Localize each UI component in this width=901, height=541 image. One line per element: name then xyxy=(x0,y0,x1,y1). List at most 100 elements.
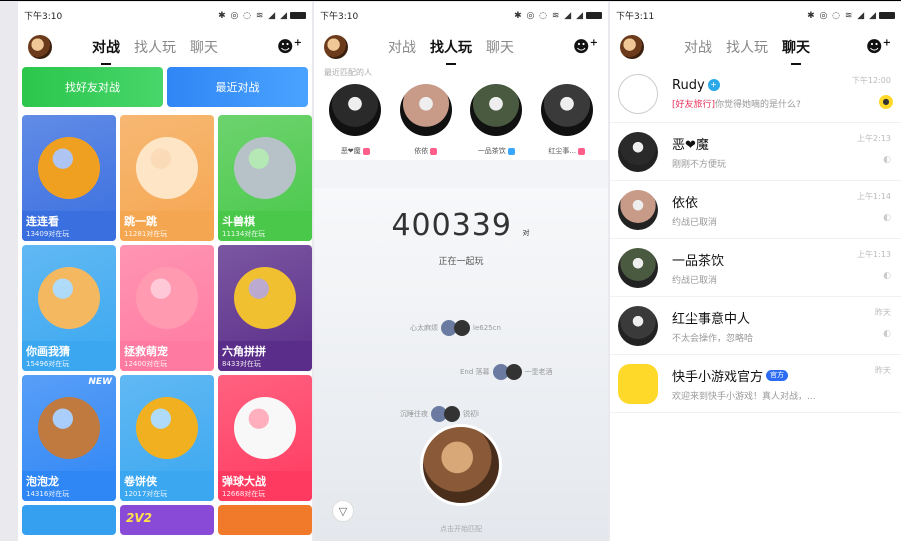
game-player-count: 15496对在玩 xyxy=(26,360,70,368)
game-info: 弹球大战 12668对在玩 xyxy=(218,471,312,501)
recent-match[interactable]: 恶❤魔 xyxy=(322,84,388,156)
find-players-screen: 下午3:10 ✱ ◎ ◌ ≋ ◢ ◢ 对战 找人玩 聊天 ☻+ 最近匹配的人 恶… xyxy=(314,2,608,541)
game-name: 连连看 xyxy=(26,215,59,228)
recent-match-label: 红尘事... xyxy=(548,147,577,155)
nav-tabs: 对战 找人玩 聊天 xyxy=(92,37,218,57)
tab-find-players[interactable]: 找人玩 xyxy=(430,37,472,57)
recent-match[interactable]: 红尘事... xyxy=(534,84,600,156)
game-tile[interactable]: NEW 泡泡龙 14316对在玩 xyxy=(22,375,116,501)
female-icon xyxy=(430,147,438,155)
game-info: 拯救萌宠 12400对在玩 xyxy=(120,341,214,371)
chat-avatar[interactable] xyxy=(618,73,658,114)
recent-battles-button[interactable]: 最近对战 xyxy=(167,67,308,107)
pair-right-name: le625cn xyxy=(473,324,501,332)
game-art xyxy=(136,136,198,199)
battery-icon xyxy=(879,11,895,19)
chat-name-text: Rudy xyxy=(672,77,705,93)
recent-match-avatar[interactable] xyxy=(399,84,452,136)
nav-tabs: 对战 找人玩 聊天 xyxy=(684,37,810,57)
tab-battle[interactable]: 对战 xyxy=(388,37,416,57)
game-player-count: 11281对在玩 xyxy=(124,230,168,238)
profile-avatar[interactable] xyxy=(28,35,52,59)
game-player-count: 12668对在玩 xyxy=(222,490,266,498)
recent-match-label: 依依 xyxy=(414,147,429,155)
game-tile[interactable]: 拯救萌宠 12400对在玩 xyxy=(120,245,214,371)
chat-body: 快手小游戏官方 官方 欢迎来到快手小游戏！真人对战，... xyxy=(672,366,893,402)
chat-avatar[interactable] xyxy=(618,247,658,288)
game-tile[interactable] xyxy=(22,505,116,535)
chat-message: 刚刚不方便玩 xyxy=(672,159,727,170)
game-tile[interactable]: 连连看 13409对在玩 xyxy=(22,115,116,241)
add-user-icon[interactable]: ☻+ xyxy=(277,37,302,56)
filter-icon[interactable]: ▽ xyxy=(332,500,354,522)
chat-row[interactable]: 红尘事意中人 不太会操作，忽略哈 昨天 ◐ xyxy=(610,297,901,355)
game-tile[interactable]: 2V2 xyxy=(120,505,214,535)
game-info: 斗兽棋 11134对在玩 xyxy=(218,211,312,241)
game-name: 弹球大战 xyxy=(222,475,266,488)
find-friends-button[interactable]: 找好友对战 xyxy=(22,67,163,107)
game-tile[interactable]: 你画我猜 15496对在玩 xyxy=(22,245,116,371)
top-nav: 对战 找人玩 聊天 ☻+ xyxy=(314,29,608,65)
add-user-icon[interactable]: ☻+ xyxy=(573,37,598,56)
chat-row[interactable]: 一品茶饮 约战已取消 上午1:13 ◐ xyxy=(610,239,901,297)
read-status-icon: ◐ xyxy=(883,329,891,339)
game-player-count: 8433对在玩 xyxy=(222,360,261,368)
game-tile[interactable]: 卷饼侠 12017对在玩 xyxy=(120,375,214,501)
match-area: 400339 对 正在一起玩 心太麻烦 le625cn End 落幕 一壶老酒 沉睡往夜… xyxy=(314,188,608,541)
battery-icon xyxy=(586,11,602,19)
chat-message: 欢迎来到快手小游戏！真人对战，... xyxy=(672,391,816,402)
recent-match[interactable]: 一品茶饮 xyxy=(463,84,529,156)
chat-row[interactable]: 依依 约战已取消 上午1:14 ◐ xyxy=(610,181,901,239)
chat-time: 下午12:00 xyxy=(851,76,891,85)
chat-time: 上午2:13 xyxy=(857,134,891,143)
game-player-count: 11134对在玩 xyxy=(222,230,266,238)
recent-match-avatar[interactable] xyxy=(470,84,523,136)
game-art xyxy=(38,136,100,199)
pair-avatar xyxy=(444,406,460,422)
recent-match-avatar[interactable] xyxy=(540,84,593,136)
recent-match-avatar[interactable] xyxy=(329,84,382,136)
game-tile[interactable] xyxy=(218,505,312,535)
games-screen: 下午3:10 ✱ ◎ ◌ ≋ ◢ ◢ 对战 找人玩 聊天 ☻+ 找好友对战 最近… xyxy=(18,2,312,541)
game-tile[interactable]: 跳一跳 11281对在玩 xyxy=(120,115,214,241)
chat-row[interactable]: Rudy + [好友旅行]你觉得她嘀的是什么? 下午12:00 ● xyxy=(610,65,901,123)
tab-chat[interactable]: 聊天 xyxy=(782,37,810,57)
game-tile[interactable]: 弹球大战 12668对在玩 xyxy=(218,375,312,501)
tab-chat[interactable]: 聊天 xyxy=(190,37,218,57)
chat-avatar[interactable] xyxy=(618,189,658,230)
game-player-count: 12017对在玩 xyxy=(124,490,168,498)
tab-chat[interactable]: 聊天 xyxy=(486,37,514,57)
chat-avatar[interactable] xyxy=(618,305,658,346)
chat-row[interactable]: 快手小游戏官方 官方 欢迎来到快手小游戏！真人对战，... 昨天 xyxy=(610,355,901,413)
playing-pair: End 落幕 一壶老酒 xyxy=(460,364,553,380)
chat-message: 不太会操作，忽略哈 xyxy=(672,333,754,344)
pair-left-name: End 落幕 xyxy=(460,368,490,376)
status-time: 下午3:10 xyxy=(320,12,359,22)
start-match-button[interactable] xyxy=(420,424,502,506)
chat-name-text: 快手小游戏官方 xyxy=(672,369,764,385)
profile-avatar[interactable] xyxy=(620,35,644,59)
game-name: 六角拼拼 xyxy=(222,345,266,358)
chat-name-text: 一品茶饮 xyxy=(672,253,725,269)
tab-battle[interactable]: 对战 xyxy=(92,37,120,57)
recent-match[interactable]: 依依 xyxy=(393,84,459,156)
unread-icon: ● xyxy=(879,95,893,109)
game-grid: 连连看 13409对在玩 跳一跳 11281对在玩 斗兽棋 11134对在玩你画我猜 154… xyxy=(18,107,312,535)
add-user-icon[interactable]: ☻+ xyxy=(866,37,891,56)
profile-avatar[interactable] xyxy=(324,35,348,59)
game-tile[interactable]: 六角拼拼 8433对在玩 xyxy=(218,245,312,371)
verified-icon: + xyxy=(707,79,720,91)
chat-avatar[interactable] xyxy=(618,363,658,404)
game-art xyxy=(38,266,100,329)
chat-row[interactable]: 恶❤魔 刚刚不方便玩 上午2:13 ◐ xyxy=(610,123,901,181)
chat-tag: [好友旅行] xyxy=(672,99,716,110)
game-player-count: 12400对在玩 xyxy=(124,360,168,368)
tab-battle[interactable]: 对战 xyxy=(684,37,712,57)
game-info: 连连看 13409对在玩 xyxy=(22,211,116,241)
tab-find-players[interactable]: 找人玩 xyxy=(726,37,768,57)
tab-find-players[interactable]: 找人玩 xyxy=(134,37,176,57)
chat-name-text: 依依 xyxy=(672,195,699,211)
chat-avatar[interactable] xyxy=(618,131,658,172)
game-tile[interactable]: 斗兽棋 11134对在玩 xyxy=(218,115,312,241)
status-bar: 下午3:11 ✱ ◎ ◌ ≋ ◢ ◢ xyxy=(610,2,901,29)
